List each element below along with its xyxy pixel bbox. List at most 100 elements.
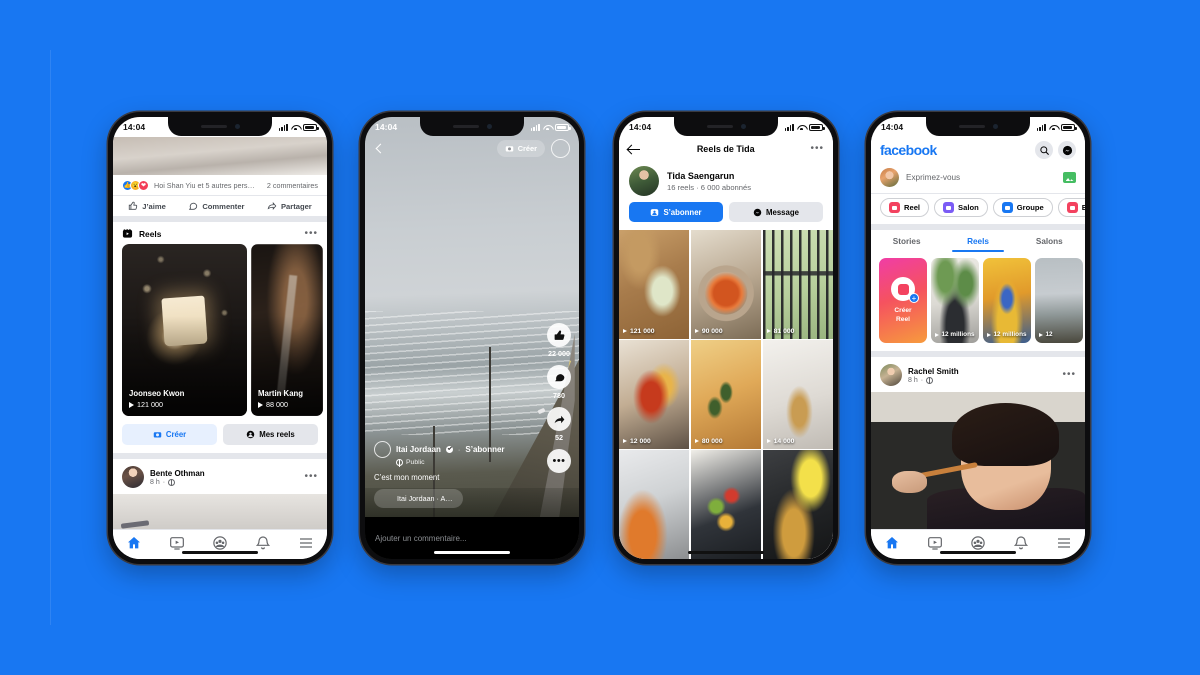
dot-separator: · xyxy=(920,376,924,384)
ellipsis-icon[interactable]: ••• xyxy=(810,144,824,154)
reel-views: 90 000 xyxy=(694,327,723,335)
watch-icon[interactable] xyxy=(927,535,943,551)
messenger-icon xyxy=(1062,145,1072,155)
play-icon xyxy=(935,332,939,337)
create-reel-card[interactable]: + Créer Reel xyxy=(879,258,927,343)
avatar[interactable] xyxy=(551,139,570,158)
reaction-icons: 👍 😮 ❤ xyxy=(122,180,149,191)
tab-salons[interactable]: Salons xyxy=(1014,230,1085,252)
signal-icon xyxy=(784,123,794,131)
reel-views-count: 121 000 xyxy=(137,400,163,409)
create-reel-label-line2: Reel xyxy=(896,315,910,323)
phones-stage: 14:04 👍 😮 ❤ Hoi Shan Yiu et 5 autres per… xyxy=(0,0,1200,675)
back-arrow-icon[interactable] xyxy=(628,144,641,155)
create-button[interactable]: Créer xyxy=(496,140,545,157)
reel-grid-item[interactable]: 81 000 xyxy=(762,230,833,339)
reel-author: Martin Kang xyxy=(258,389,304,398)
reel-grid-item[interactable] xyxy=(762,450,833,559)
share-button[interactable]: Partager xyxy=(267,201,312,211)
comment-button[interactable]: Commenter xyxy=(188,201,245,211)
composer-row[interactable]: Exprimez-vous xyxy=(871,163,1085,193)
shortcut-live[interactable]: En d xyxy=(1057,198,1085,217)
reel-views: 81 000 xyxy=(766,328,794,335)
reel-views: 12 000 xyxy=(623,438,651,445)
reel-author[interactable]: Itai Jordaan xyxy=(396,445,441,454)
reel-grid-item[interactable] xyxy=(690,450,762,559)
reel-grid-item[interactable]: 90 000 xyxy=(690,230,762,339)
groups-icon[interactable] xyxy=(970,535,986,551)
messenger-button[interactable] xyxy=(1058,141,1076,159)
reel-card[interactable]: Joonseo Kwon 121 000 xyxy=(122,244,247,416)
avatar[interactable] xyxy=(880,168,899,187)
post-timestamp: 8 h · xyxy=(908,376,1056,384)
camera-icon xyxy=(153,432,162,438)
search-icon xyxy=(1039,145,1049,155)
audio-attribution-chip[interactable]: Itai Jordaan · A… xyxy=(374,489,463,508)
reel-card[interactable]: Martin Kang 88 000 xyxy=(251,244,323,416)
reels-icon xyxy=(122,228,133,238)
reel-card[interactable]: 12 millions xyxy=(931,258,979,343)
device-notch xyxy=(926,117,1030,136)
share-button[interactable] xyxy=(547,407,571,431)
reels-tray[interactable]: Joonseo Kwon 121 000 Martin Kang 88 000 xyxy=(113,244,327,416)
bell-icon[interactable] xyxy=(255,535,271,551)
reel-author-row: Itai Jordaan · S’abonner xyxy=(374,441,570,458)
message-button[interactable]: Message xyxy=(729,202,823,222)
battery-icon xyxy=(1061,123,1077,131)
reel-views-count: 12 millions xyxy=(941,331,975,338)
tab-stories[interactable]: Stories xyxy=(871,230,942,252)
avatar[interactable] xyxy=(880,364,902,386)
groups-icon[interactable] xyxy=(212,535,228,551)
reel-grid-item[interactable]: 80 000 xyxy=(690,340,762,449)
watch-icon[interactable] xyxy=(169,535,185,551)
search-button[interactable] xyxy=(1035,141,1053,159)
device-notch xyxy=(420,117,524,136)
post-author[interactable]: Bente Othman xyxy=(150,469,298,478)
hamburger-icon[interactable] xyxy=(1056,535,1072,551)
reels-carousel[interactable]: + Créer Reel 12 millions 12 millions 12 xyxy=(871,252,1085,351)
shortcut-groupe[interactable]: Groupe xyxy=(992,198,1053,217)
reel-views: 14 000 xyxy=(766,438,794,445)
hamburger-icon[interactable] xyxy=(298,535,314,551)
reel-card[interactable]: 12 xyxy=(1035,258,1083,343)
home-icon[interactable] xyxy=(126,535,142,551)
reel-card-meta: Martin Kang 88 000 xyxy=(258,389,303,409)
feed-post-header: Bente Othman 8 h · ••• xyxy=(113,453,327,494)
reel-views-count: 90 000 xyxy=(701,327,723,335)
create-reel-icon: + xyxy=(891,277,919,304)
my-reels-button[interactable]: Mes reels xyxy=(223,424,318,445)
follow-button[interactable]: S’abonner xyxy=(465,445,504,454)
post-menu-icon[interactable]: ••• xyxy=(1062,370,1076,380)
home-indicator xyxy=(688,550,764,554)
reels-section-header: Reels ••• xyxy=(113,222,327,244)
ellipsis-icon[interactable]: ••• xyxy=(304,228,318,238)
post-timestamp: 8 h · xyxy=(150,478,298,486)
follow-button[interactable]: S’abonner xyxy=(629,202,723,222)
reel-views: 12 millions xyxy=(987,331,1027,338)
tab-reels[interactable]: Reels xyxy=(942,230,1013,252)
avatar[interactable] xyxy=(122,466,144,488)
reactions-row[interactable]: 👍 😮 ❤ Hoi Shan Yiu et 5 autres pers… 2 c… xyxy=(113,175,327,195)
comment-button[interactable] xyxy=(547,365,571,389)
like-button[interactable]: J’aime xyxy=(128,201,166,211)
create-reel-button[interactable]: Créer xyxy=(122,424,217,445)
avatar[interactable] xyxy=(629,166,659,196)
like-button[interactable] xyxy=(547,323,571,347)
avatar[interactable] xyxy=(374,441,391,458)
reel-card[interactable]: 12 millions xyxy=(983,258,1031,343)
reel-grid-item[interactable]: 14 000 xyxy=(762,340,833,449)
reel-grid-item[interactable]: 12 000 xyxy=(619,340,690,449)
home-icon[interactable] xyxy=(884,535,900,551)
comments-count[interactable]: 2 commentaires xyxy=(267,181,318,190)
reel-grid-item[interactable] xyxy=(619,450,690,559)
shortcut-reel[interactable]: Reel xyxy=(880,198,930,217)
photo-icon[interactable] xyxy=(1063,172,1076,183)
follow-person-icon xyxy=(651,208,659,216)
reel-grid-item[interactable]: 121 000 xyxy=(619,230,690,339)
bell-icon[interactable] xyxy=(1013,535,1029,551)
post-author[interactable]: Rachel Smith xyxy=(908,367,1056,376)
shortcut-salon[interactable]: Salon xyxy=(934,198,988,217)
post-menu-icon[interactable]: ••• xyxy=(304,472,318,482)
back-chevron-icon[interactable] xyxy=(374,143,386,155)
avatar xyxy=(377,491,392,506)
